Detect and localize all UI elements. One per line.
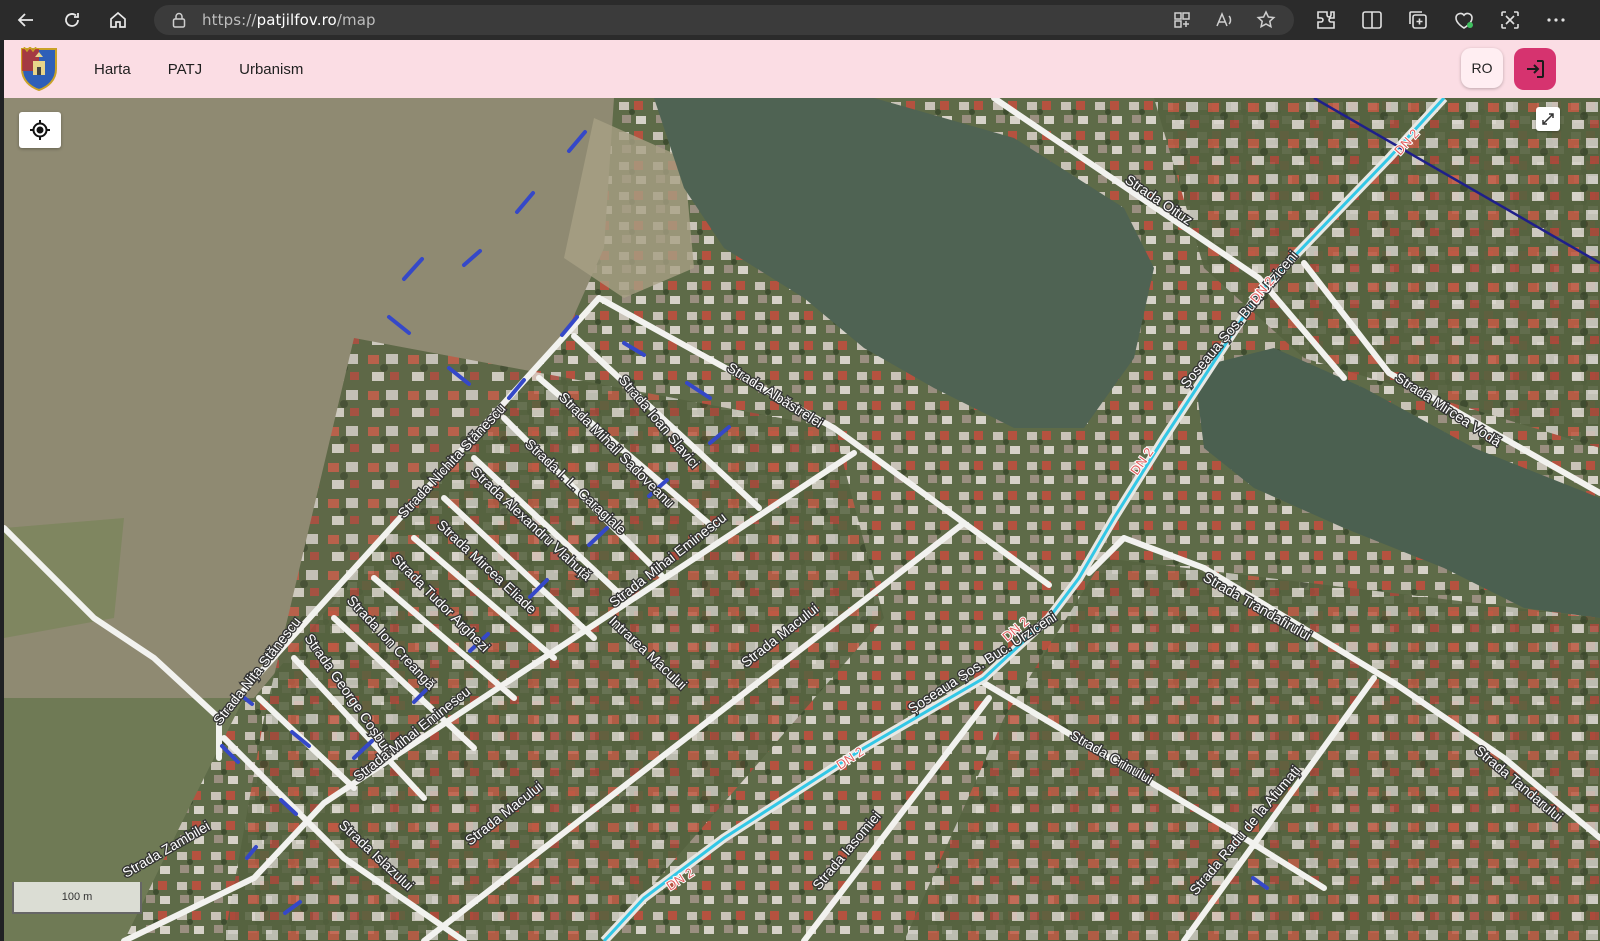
map-view[interactable]: Strada Oituz Strada Mircea Vodă Strada T… xyxy=(4,98,1600,941)
browser-essentials-icon[interactable] xyxy=(1452,8,1476,32)
satellite-basemap: Strada Oituz Strada Mircea Vodă Strada T… xyxy=(4,98,1600,941)
county-coat-of-arms-logo[interactable] xyxy=(20,47,58,91)
collections-icon[interactable] xyxy=(1406,8,1430,32)
fullscreen-button[interactable] xyxy=(1536,107,1560,131)
menu-harta[interactable]: Harta xyxy=(94,61,131,78)
url-path: /map xyxy=(336,11,376,29)
home-button[interactable] xyxy=(102,4,134,36)
back-button[interactable] xyxy=(10,4,42,36)
browser-toolbar: https://patjilfov.ro/map xyxy=(0,0,1600,40)
split-screen-icon[interactable] xyxy=(1360,8,1384,32)
login-button[interactable] xyxy=(1514,48,1556,90)
lock-icon xyxy=(172,12,186,28)
url-host: patjilfov.ro xyxy=(256,11,337,29)
screenshot-icon[interactable] xyxy=(1498,8,1522,32)
favorite-star-icon[interactable] xyxy=(1256,10,1276,30)
home-icon xyxy=(110,11,126,28)
login-icon xyxy=(1527,60,1544,78)
language-button[interactable]: RO xyxy=(1461,48,1503,88)
crosshair-icon xyxy=(30,120,50,140)
app-header: Harta PATJ Urbanism RO xyxy=(4,40,1600,98)
extensions-icon[interactable] xyxy=(1314,8,1338,32)
back-arrow-icon xyxy=(17,13,33,27)
expand-icon xyxy=(1542,113,1554,125)
scale-bar: 100 m xyxy=(12,882,142,914)
more-options-icon[interactable] xyxy=(1544,8,1568,32)
read-aloud-icon[interactable] xyxy=(1214,10,1234,30)
url-text: https://patjilfov.ro/map xyxy=(202,11,376,29)
refresh-icon xyxy=(65,13,79,27)
menu-patj[interactable]: PATJ xyxy=(168,61,202,78)
refresh-button[interactable] xyxy=(56,4,88,36)
address-bar[interactable]: https://patjilfov.ro/map xyxy=(154,5,1294,35)
url-prefix: https:// xyxy=(202,11,257,29)
locate-me-button[interactable] xyxy=(19,112,61,148)
menu-urbanism[interactable]: Urbanism xyxy=(239,61,303,78)
app-available-icon[interactable] xyxy=(1172,10,1192,30)
